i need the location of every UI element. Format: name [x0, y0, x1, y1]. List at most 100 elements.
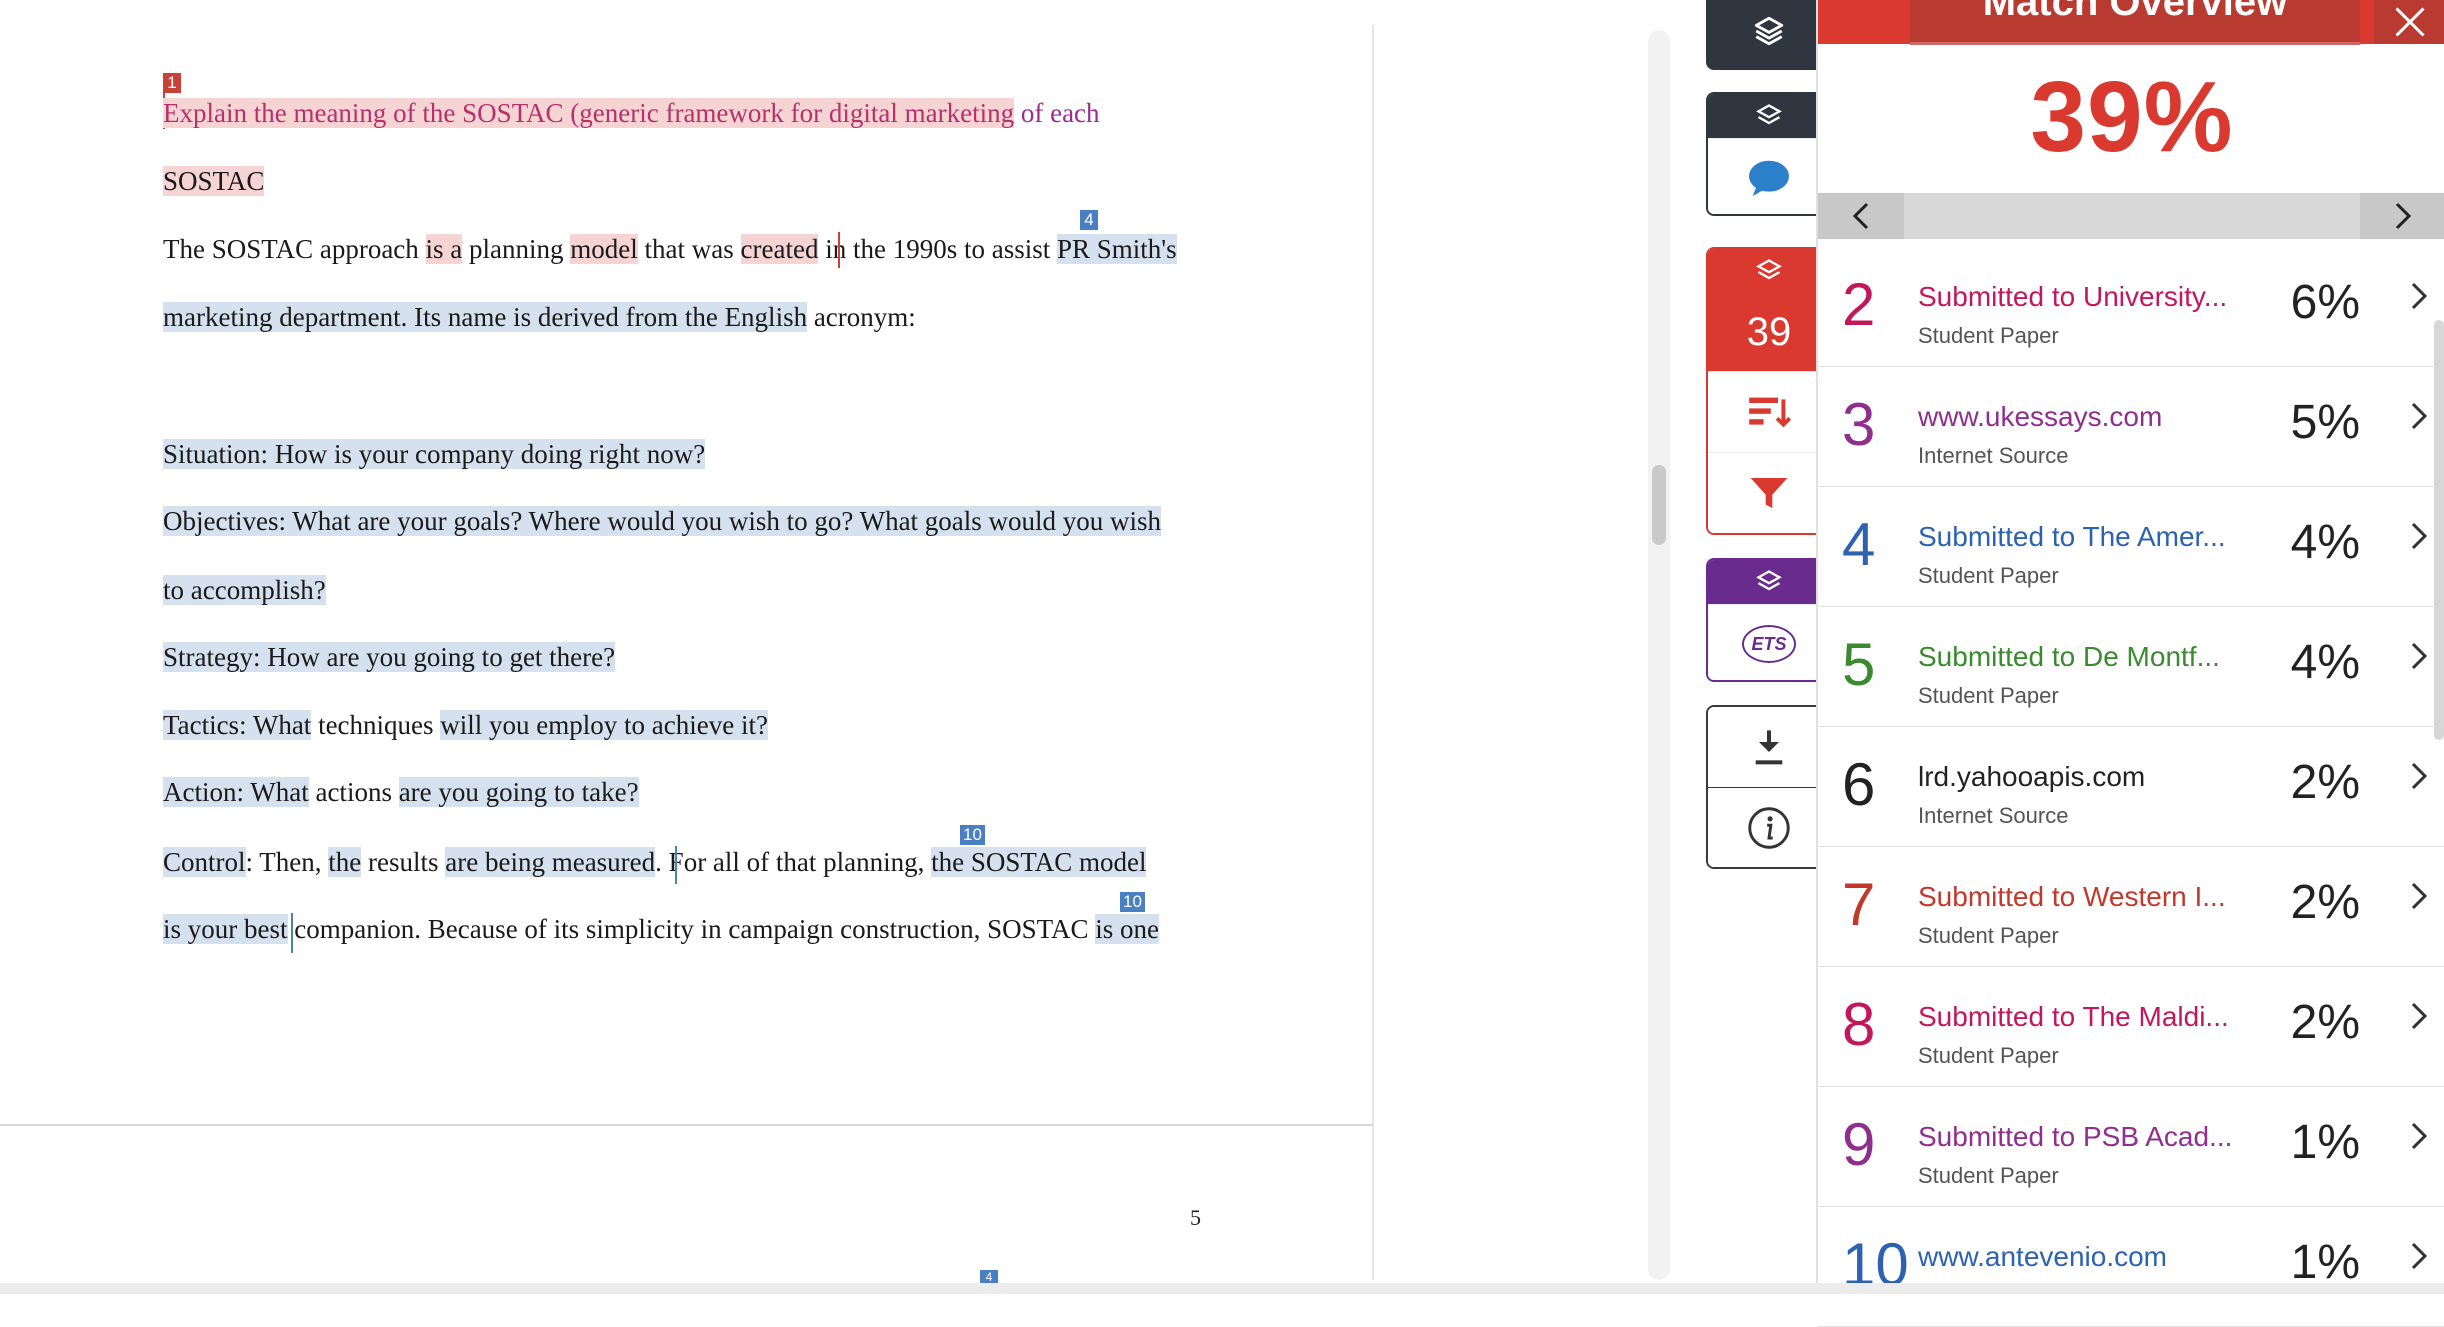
highlighted-match[interactable]: is one: [1095, 914, 1159, 944]
highlighted-match[interactable]: model: [570, 234, 638, 264]
match-source[interactable]: Submitted to De Montf...: [1918, 641, 2238, 673]
match-source[interactable]: Submitted to Western I...: [1918, 881, 2238, 913]
highlighted-match[interactable]: marketing department. Its name is derive…: [163, 302, 808, 332]
highlighted-match[interactable]: are being measured: [445, 847, 656, 877]
ets-layer-toggle[interactable]: [1708, 560, 1830, 604]
highlighted-match[interactable]: the SOSTAC model: [931, 847, 1147, 877]
highlighted-match[interactable]: is your best: [163, 914, 288, 944]
sort-button[interactable]: [1708, 371, 1830, 452]
match-marker-4[interactable]: 4: [980, 1270, 998, 1284]
doc-line: to accomplish?: [163, 571, 326, 609]
doc-text: The SOSTAC approach: [163, 234, 426, 264]
previous-match-button[interactable]: [1818, 193, 1904, 239]
comments-tool: [1706, 92, 1832, 216]
similarity-layer-toggle[interactable]: [1708, 249, 1830, 293]
close-panel-button[interactable]: [2374, 0, 2444, 44]
next-match-button[interactable]: [2360, 193, 2444, 239]
comment-button[interactable]: [1708, 138, 1830, 214]
match-percent: 2%: [2290, 756, 2360, 809]
expand-match-button[interactable]: [2410, 401, 2428, 436]
match-rank: 4: [1842, 511, 1876, 578]
expand-match-button[interactable]: [2410, 641, 2428, 676]
match-marker-1[interactable]: 1: [163, 73, 181, 93]
match-row[interactable]: 9 Submitted to PSB Acad... Student Paper 1%: [1818, 1087, 2444, 1207]
highlighted-match[interactable]: Objectives: What are your goals? Where w…: [163, 506, 1162, 536]
chevron-right-icon: [2411, 282, 2428, 310]
match-source[interactable]: Submitted to PSB Acad...: [1918, 1121, 2238, 1153]
comments-layer-toggle[interactable]: [1708, 94, 1830, 138]
match-row[interactable]: 7 Submitted to Western I... Student Paper 2…: [1818, 847, 2444, 967]
match-marker-10[interactable]: 10: [960, 825, 985, 845]
expand-match-button[interactable]: [2410, 881, 2428, 916]
expand-match-button[interactable]: [2410, 1121, 2428, 1156]
page-number: 5: [1190, 1205, 1201, 1230]
doc-line: SOSTAC: [163, 162, 265, 200]
highlighted-match[interactable]: are you going to take?: [398, 777, 639, 807]
highlighted-match[interactable]: PR Smith's: [1056, 234, 1177, 264]
layers-button[interactable]: [1706, 0, 1832, 70]
match-type: Student Paper: [1918, 1043, 2059, 1068]
document-scrollbar-thumb[interactable]: [1652, 465, 1666, 545]
match-list: 2 Submitted to University... Student Paper…: [1818, 247, 2444, 1327]
doc-line: Objectives: What are your goals? Where w…: [163, 502, 1162, 540]
highlighted-match[interactable]: Action: What: [163, 777, 309, 807]
download-button[interactable]: [1708, 707, 1830, 787]
highlighted-match[interactable]: to accomplish?: [163, 575, 326, 605]
ets-button[interactable]: ETS: [1708, 604, 1830, 680]
highlighted-match[interactable]: Tactics: What: [163, 710, 312, 740]
doc-line: Control: Then, the results are being mea…: [163, 843, 1147, 881]
match-marker-10[interactable]: 10: [1120, 892, 1145, 912]
expand-match-button[interactable]: [2410, 1001, 2428, 1036]
doc-line: Strategy: How are you going to get there…: [163, 638, 616, 676]
match-rank: 2: [1842, 271, 1876, 338]
highlighted-match[interactable]: Control: [163, 847, 246, 877]
highlighted-match[interactable]: Explain the meaning of the SOSTAC (gener…: [163, 98, 1015, 128]
document-scrollbar-track[interactable]: [1648, 30, 1670, 1280]
highlighted-match[interactable]: Situation: How is your company doing rig…: [163, 439, 706, 469]
match-source[interactable]: Submitted to The Maldi...: [1918, 1001, 2238, 1033]
match-navigation: [1818, 193, 2444, 239]
match-row[interactable]: 5 Submitted to De Montf... Student Paper 4%: [1818, 607, 2444, 727]
expand-match-button[interactable]: [2410, 1241, 2428, 1276]
expand-match-button[interactable]: [2410, 281, 2428, 316]
match-row[interactable]: 6 lrd.yahooapis.com Internet Source 2%: [1818, 727, 2444, 847]
match-source[interactable]: Submitted to The Amer...: [1918, 521, 2238, 553]
similarity-score-button[interactable]: 39: [1708, 293, 1830, 371]
panel-scrollbar[interactable]: [2434, 320, 2444, 740]
doc-line: Explain the meaning of the SOSTAC (gener…: [163, 94, 1100, 132]
download-icon: [1755, 730, 1783, 765]
match-row[interactable]: 4 Submitted to The Amer... Student Paper 4%: [1818, 487, 2444, 607]
match-rank: 6: [1842, 751, 1876, 818]
highlighted-match[interactable]: is a: [425, 234, 463, 264]
panel-header: Match Overview: [1818, 0, 2444, 45]
match-row[interactable]: 8 Submitted to The Maldi... Student Paper 2…: [1818, 967, 2444, 1087]
page-edge: [1372, 25, 1374, 1280]
doc-text: acronym:: [807, 302, 916, 332]
doc-text: that was: [637, 234, 741, 264]
horizontal-scrollbar[interactable]: [0, 1283, 2444, 1294]
doc-text: planning: [462, 234, 571, 264]
match-source[interactable]: www.antevenio.com: [1918, 1241, 2238, 1273]
highlighted-match[interactable]: SOSTAC: [163, 166, 265, 196]
match-source[interactable]: lrd.yahooapis.com: [1918, 761, 2238, 793]
match-marker-4[interactable]: 4: [1080, 210, 1098, 230]
highlighted-match[interactable]: will you employ to achieve it?: [440, 710, 768, 740]
highlighted-match[interactable]: created: [740, 234, 819, 264]
info-button[interactable]: [1708, 787, 1830, 867]
expand-match-button[interactable]: [2410, 521, 2428, 556]
match-rank: 3: [1842, 391, 1876, 458]
highlighted-match[interactable]: the: [328, 847, 362, 877]
match-percent: 1%: [2290, 1236, 2360, 1289]
match-source[interactable]: www.ukessays.com: [1918, 401, 2238, 433]
chevron-right-icon: [2411, 522, 2428, 550]
match-row[interactable]: 10 www.antevenio.com 1%: [1818, 1207, 2444, 1327]
filter-button[interactable]: [1708, 452, 1830, 533]
match-row[interactable]: 3 www.ukessays.com Internet Source 5%: [1818, 367, 2444, 487]
panel-title-box: Match Overview: [1910, 0, 2360, 45]
expand-match-button[interactable]: [2410, 761, 2428, 796]
match-row[interactable]: 2 Submitted to University... Student Paper…: [1818, 247, 2444, 367]
doc-line: Action: What actions are you going to ta…: [163, 773, 639, 811]
match-source[interactable]: Submitted to University...: [1918, 281, 2238, 313]
match-type: Internet Source: [1918, 443, 2069, 468]
highlighted-match[interactable]: Strategy: How are you going to get there…: [163, 642, 616, 672]
